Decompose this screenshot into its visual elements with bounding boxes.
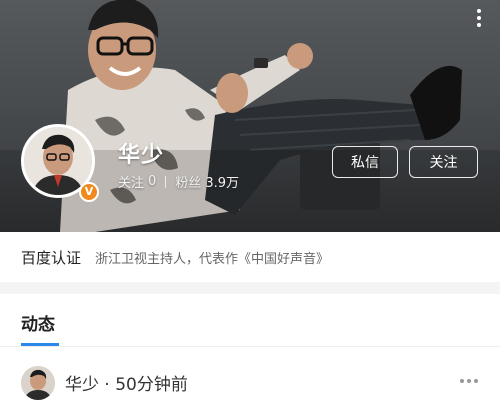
tab-dynamics[interactable]: 动态 [21, 310, 55, 335]
message-button[interactable]: 私信 [332, 146, 398, 178]
profile-stats: 关注 0 粉丝 3.9万 [118, 172, 239, 191]
post-avatar-image [21, 366, 55, 400]
profile-header: V 华少 关注 0 粉丝 3.9万 私信 关注 [0, 0, 500, 232]
verification-label: 百度认证 [21, 248, 82, 267]
post-separator: · [104, 375, 110, 395]
fans-label[interactable]: 粉丝 [175, 172, 201, 191]
fans-count[interactable]: 3.9万 [205, 172, 239, 191]
section-divider [0, 282, 500, 294]
post-avatar[interactable] [21, 366, 55, 400]
following-label[interactable]: 关注 [118, 172, 144, 191]
post-time: 50分钟前 [115, 375, 188, 395]
post-author[interactable]: 华少 [65, 375, 99, 395]
verification-description: 浙江卫视主持人，代表作《中国好声音》 [95, 251, 330, 267]
more-horizontal-icon[interactable] [460, 379, 478, 383]
tab-divider [0, 346, 500, 347]
cover-photo [0, 0, 500, 232]
verified-badge-icon: V [79, 182, 99, 202]
following-count[interactable]: 0 [148, 174, 156, 189]
stats-divider [165, 175, 167, 188]
more-vertical-icon[interactable] [472, 6, 486, 30]
verification-row: 百度认证 浙江卫视主持人，代表作《中国好声音》 [0, 232, 500, 282]
follow-button[interactable]: 关注 [409, 146, 478, 178]
post-header: 华少 · 50分钟前 [65, 370, 188, 395]
profile-name: 华少 [118, 143, 165, 168]
